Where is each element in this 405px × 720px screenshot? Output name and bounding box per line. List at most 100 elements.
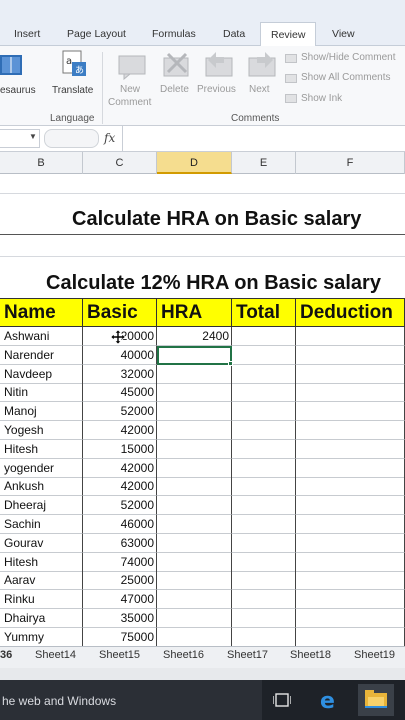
cell-total[interactable] [232,477,296,497]
cell-hra[interactable] [157,458,232,478]
cell-deduction[interactable] [296,609,405,628]
sheet-tab-current[interactable]: 36 [0,649,12,661]
cell-total[interactable] [232,515,296,534]
cell-name[interactable]: Ashwani [0,327,83,346]
column-header-e[interactable]: E [232,152,296,174]
cell-total[interactable] [232,458,296,478]
show-all-comments-button[interactable]: Show All Comments [301,72,390,83]
cell-name[interactable]: Dhairya [0,609,83,628]
cell-basic[interactable]: 47000 [83,590,157,610]
active-cell-d[interactable] [157,346,232,365]
header-basic[interactable]: Basic [83,298,157,327]
cell-name[interactable]: Hitesh [0,552,83,572]
sheet-tab[interactable]: Sheet14 [35,649,76,661]
cell-basic[interactable]: 25000 [83,571,157,591]
worksheet-grid[interactable]: Calculate HRA on Basic salary Calculate … [0,174,405,646]
thesaurus-icon[interactable] [0,52,26,78]
cell-total[interactable] [232,496,296,516]
cell-hra[interactable] [157,439,232,459]
cell-hra[interactable] [157,590,232,610]
cell-basic[interactable]: 52000 [83,496,157,516]
cell-name[interactable]: Narender [0,345,83,365]
taskbar-search-box[interactable]: he web and Windows [0,680,262,720]
cell-deduction[interactable] [296,364,405,384]
cell-name[interactable]: Navdeep [0,364,83,384]
cell-deduction[interactable] [296,515,405,534]
thesaurus-button[interactable]: esaurus [0,85,36,96]
show-hide-comment-button[interactable]: Show/Hide Comment [301,52,395,63]
cell-total[interactable] [232,439,296,459]
cell-basic[interactable]: 42000 [83,458,157,478]
cell-total[interactable] [232,345,296,365]
cell-basic[interactable]: 42000 [83,477,157,497]
cell-hra[interactable] [157,627,232,646]
cell-deduction[interactable] [296,439,405,459]
formula-input[interactable] [122,126,405,151]
cell-hra[interactable] [157,383,232,403]
sheet-tab[interactable]: Sheet19 [354,649,395,661]
cell-hra[interactable] [157,421,232,440]
cell-total[interactable] [232,421,296,440]
cell-basic[interactable]: 74000 [83,552,157,572]
header-hra[interactable]: HRA [157,298,232,327]
cell-deduction[interactable] [296,627,405,646]
tab-view[interactable]: View [332,28,355,40]
cell-deduction[interactable] [296,383,405,403]
cell-total[interactable] [232,402,296,422]
cell-name[interactable]: Nitin [0,383,83,403]
cell-hra[interactable] [157,609,232,628]
cell-basic[interactable]: 75000 [83,627,157,646]
previous-comment-button[interactable]: Previous [197,84,236,95]
column-header-b[interactable]: B [0,152,83,174]
fill-handle[interactable] [228,361,233,366]
cell-total[interactable] [232,590,296,610]
cell-hra[interactable] [157,402,232,422]
tab-formulas[interactable]: Formulas [152,28,196,40]
cell-name[interactable]: Ankush [0,477,83,497]
cell-hra[interactable] [157,533,232,553]
column-header-c[interactable]: C [83,152,157,174]
cell-deduction[interactable] [296,477,405,497]
cell-deduction[interactable] [296,571,405,591]
previous-comment-icon[interactable] [204,52,234,80]
cell-hra[interactable]: 2400 [157,327,232,346]
column-header-d[interactable]: D [157,152,232,174]
sheet-tab[interactable]: Sheet15 [99,649,140,661]
name-box-dropdown-icon[interactable]: ▼ [29,132,37,141]
next-comment-icon[interactable] [247,52,277,80]
show-ink-button[interactable]: Show Ink [301,93,342,104]
tab-data[interactable]: Data [223,28,245,40]
cell-name[interactable]: yogender [0,458,83,478]
cell-basic[interactable]: 15000 [83,439,157,459]
sheet-tab[interactable]: Sheet17 [227,649,268,661]
delete-comment-icon[interactable] [162,52,192,80]
cell-name[interactable]: Yogesh [0,421,83,440]
sheet-tab[interactable]: Sheet18 [290,649,331,661]
new-comment-label-2[interactable]: Comment [108,97,151,108]
insert-function-icon[interactable]: fx [104,131,115,145]
cell-hra[interactable] [157,515,232,534]
cell-name[interactable]: Hitesh [0,439,83,459]
cell-deduction[interactable] [296,458,405,478]
cell-deduction[interactable] [296,496,405,516]
header-total[interactable]: Total [232,298,296,327]
tab-page-layout[interactable]: Page Layout [67,28,126,40]
column-header-f[interactable]: F [296,152,405,174]
cell-total[interactable] [232,364,296,384]
cell-name[interactable]: Yummy [0,627,83,646]
cell-total[interactable] [232,552,296,572]
translate-button[interactable]: Translate [52,85,93,96]
cell-hra[interactable] [157,552,232,572]
cell-name[interactable]: Sachin [0,515,83,534]
cell-basic[interactable]: 42000 [83,421,157,440]
cell-basic[interactable]: 45000 [83,383,157,403]
cell-name[interactable]: Rinku [0,590,83,610]
cell-total[interactable] [232,533,296,553]
cell-hra[interactable] [157,571,232,591]
new-comment-icon[interactable] [118,54,148,80]
delete-comment-button[interactable]: Delete [160,84,189,95]
cell-name[interactable]: Dheeraj [0,496,83,516]
next-comment-button[interactable]: Next [249,84,270,95]
cell-deduction[interactable] [296,345,405,365]
cell-basic[interactable]: 46000 [83,515,157,534]
